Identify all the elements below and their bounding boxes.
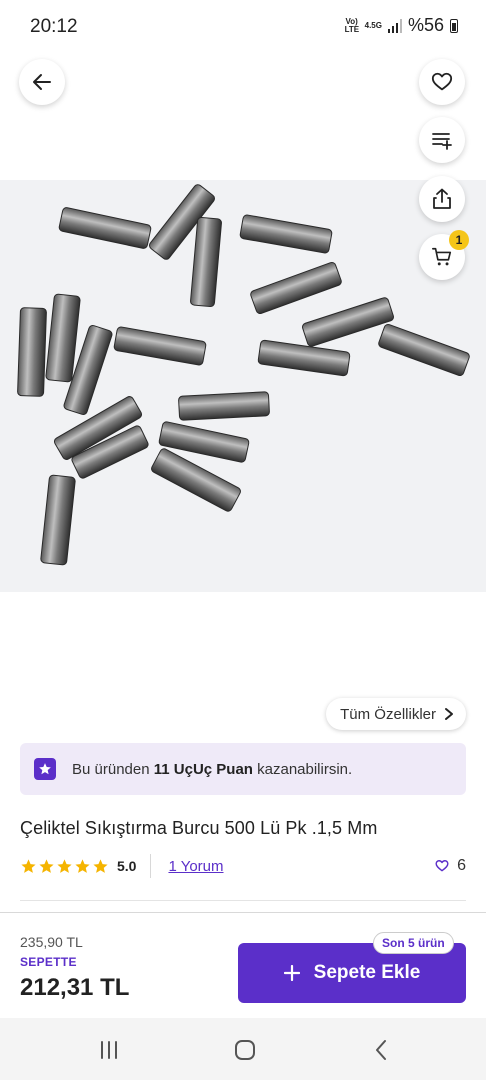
share-button[interactable] [419, 176, 465, 222]
favorite-button[interactable] [419, 59, 465, 105]
stock-badge: Son 5 ürün [373, 932, 454, 954]
divider [150, 854, 152, 878]
back-icon [376, 1040, 386, 1060]
back-button[interactable] [19, 59, 65, 105]
points-amount: 11 UçUç Puan [153, 760, 253, 778]
all-features-button[interactable]: Tüm Özellikler [326, 698, 466, 730]
product-photo [17, 184, 470, 566]
cart-button[interactable]: 1 [419, 230, 469, 280]
arrow-left-icon [33, 74, 51, 90]
likes-count[interactable]: 6 [435, 857, 466, 875]
status-icons: Vo) LTE 4.5G %56 [345, 15, 458, 36]
home-icon [235, 1040, 255, 1060]
network-type-indicator: 4.5G [364, 20, 382, 30]
battery-percent: %56 [407, 15, 444, 35]
star-icon [21, 858, 36, 873]
heart-outline-icon [435, 860, 449, 872]
battery-icon [450, 18, 458, 33]
add-to-list-button[interactable] [419, 117, 465, 163]
all-features-label: Tüm Özellikler [340, 705, 436, 723]
home-button[interactable] [225, 1036, 265, 1064]
plus-icon [283, 965, 300, 981]
likes-value: 6 [457, 857, 466, 874]
points-text-prefix: Bu üründen [72, 760, 150, 778]
status-bar: 20:12 Vo) LTE 4.5G %56 [0, 0, 486, 56]
star-icon [39, 858, 54, 873]
rating-value: 5.0 [117, 858, 137, 874]
share-icon [433, 188, 451, 209]
cart-price-label: SEPETTE [20, 955, 77, 969]
rating-row: 5.0 1 Yorum 6 [20, 852, 466, 880]
signal-icon [387, 18, 402, 33]
old-price: 235,90 TL [20, 934, 83, 950]
product-title: Çeliktel Sıkıştırma Burcu 500 Lü Pk .1,5… [20, 818, 378, 838]
recents-button[interactable] [89, 1036, 129, 1064]
star-badge-icon [34, 758, 56, 780]
back-nav-button[interactable] [361, 1036, 401, 1064]
list-add-icon [432, 133, 452, 150]
chevron-right-icon [445, 708, 453, 720]
star-icon [57, 858, 72, 873]
product-image[interactable] [0, 180, 486, 592]
star-icon [93, 858, 108, 873]
rating-stars [20, 858, 109, 875]
cart-icon [432, 247, 452, 266]
divider [20, 900, 466, 901]
cart-count-badge: 1 [449, 230, 469, 250]
recents-icon [101, 1041, 117, 1059]
status-time: 20:12 [30, 16, 78, 37]
bottom-bar-divider [0, 912, 486, 913]
reviews-link[interactable]: 1 Yorum [168, 858, 223, 875]
star-icon [75, 858, 90, 873]
system-nav-bar [0, 1018, 486, 1080]
loyalty-points-banner: Bu üründen 11 UçUç Puan kazanabilirsin. [20, 743, 466, 795]
points-text-suffix: kazanabilirsin. [257, 760, 353, 778]
volte-indicator: Vo) LTE [344, 16, 360, 34]
heart-outline-icon [431, 72, 453, 91]
add-to-cart-label: Sepete Ekle [313, 962, 421, 983]
current-price: 212,31 TL [20, 974, 130, 1001]
